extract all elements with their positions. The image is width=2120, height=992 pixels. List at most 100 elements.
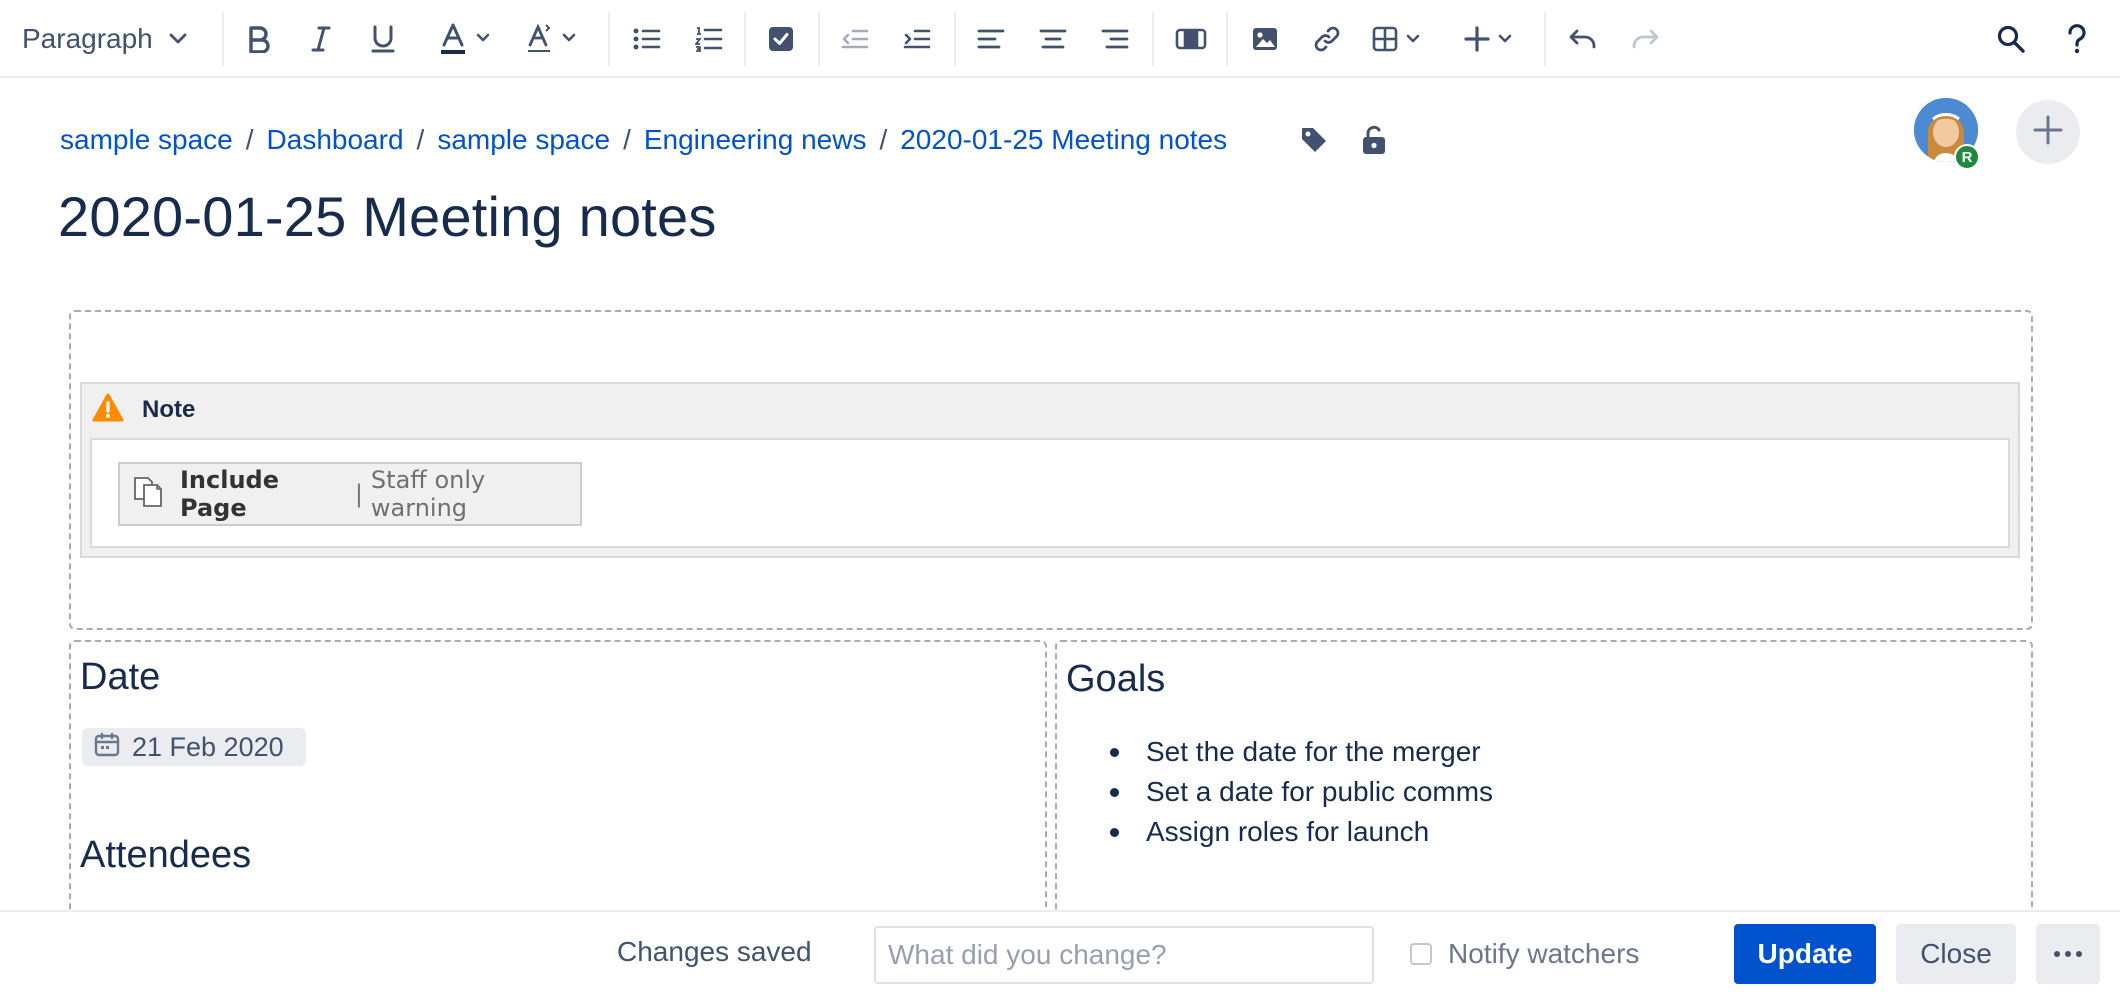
date-lozenge[interactable]: 21 Feb 2020 [82, 728, 306, 766]
clear-formatting-button[interactable] [520, 14, 592, 64]
outdent-icon [841, 27, 869, 51]
include-page-macro[interactable]: Include Page | Staff only warning [118, 462, 582, 526]
list-item[interactable]: Set the date for the merger [1106, 732, 1493, 772]
presence-badge: R [1954, 144, 1980, 170]
include-page-macro-name: Include Page [180, 466, 280, 522]
breadcrumb: sample space / Dashboard / sample space … [60, 120, 1227, 160]
version-comment-input[interactable] [874, 926, 1374, 984]
goals-heading[interactable]: Goals [1066, 658, 1165, 701]
toolbar-divider [608, 12, 610, 66]
list-item[interactable]: Set a date for public comms [1106, 772, 1493, 812]
toolbar-divider [222, 12, 224, 66]
breadcrumb-separator: / [879, 124, 888, 155]
align-left-icon [977, 27, 1005, 51]
collaborator-avatar[interactable]: R [1914, 98, 1982, 170]
numbered-list-icon [695, 26, 723, 52]
align-left-button[interactable] [970, 14, 1012, 64]
insert-link-button[interactable] [1306, 14, 1348, 64]
include-page-separator: | [354, 480, 363, 508]
toolbar-divider [1226, 12, 1228, 66]
attendees-heading[interactable]: Attendees [80, 834, 251, 877]
notify-watchers-label: Notify watchers [1448, 938, 1640, 969]
note-macro-header: Note [92, 392, 195, 428]
include-page-parameter: Staff only warning [370, 466, 486, 522]
undo-icon [1568, 27, 1598, 51]
insert-table-button[interactable] [1366, 14, 1438, 64]
date-value: 21 Feb 2020 [132, 731, 284, 762]
more-icon [2053, 945, 2083, 963]
page-layout-button[interactable] [1170, 14, 1212, 64]
toolbar-divider [744, 12, 746, 66]
align-center-button[interactable] [1032, 14, 1074, 64]
text-color-button[interactable] [434, 14, 506, 64]
list-item[interactable]: Assign roles for launch [1106, 812, 1493, 852]
page-copy-icon [132, 475, 166, 513]
save-status: Changes saved [617, 936, 812, 967]
insert-more-button[interactable] [1458, 14, 1530, 64]
restrictions-button[interactable] [1356, 124, 1392, 160]
breadcrumb-item-space-home[interactable]: sample space [437, 124, 610, 156]
breadcrumb-item-current-page[interactable]: 2020-01-25 Meeting notes [900, 124, 1227, 156]
breadcrumb-item-dashboard[interactable]: Dashboard [267, 124, 404, 156]
note-macro-title: Note [142, 396, 196, 423]
breadcrumb-item-engineering-news[interactable]: Engineering news [644, 124, 867, 156]
editor-footer: Changes saved Notify watchers Update Clo… [0, 910, 2120, 992]
breadcrumb-separator: / [623, 124, 631, 155]
underline-button[interactable] [362, 14, 404, 64]
align-center-icon [1039, 27, 1067, 51]
redo-icon [1630, 27, 1660, 51]
indent-button[interactable] [896, 14, 938, 64]
update-button[interactable]: Update [1734, 924, 1876, 984]
underline-icon [370, 24, 396, 54]
search-button[interactable] [1990, 14, 2032, 64]
plus-icon [2032, 114, 2064, 151]
insert-more-icon [1464, 25, 1524, 53]
align-right-button[interactable] [1094, 14, 1136, 64]
close-button[interactable]: Close [1896, 924, 2016, 984]
breadcrumb-separator: / [245, 124, 254, 155]
labels-button[interactable] [1296, 124, 1332, 160]
italic-button[interactable] [300, 14, 342, 64]
invite-collaborator-button[interactable] [2016, 100, 2080, 164]
goals-list[interactable]: Set the date for the merger Set a date f… [1106, 732, 1493, 852]
toolbar-divider [954, 12, 956, 66]
bullet-list-button[interactable] [626, 14, 668, 64]
help-icon [2066, 24, 2088, 54]
warning-icon [92, 393, 124, 428]
editor-toolbar: Paragraph [0, 0, 2120, 78]
numbered-list-button[interactable] [688, 14, 730, 64]
link-icon [1312, 24, 1342, 54]
toolbar-divider [818, 12, 820, 66]
tag-icon [1299, 125, 1329, 160]
help-button[interactable] [2056, 14, 2098, 64]
paragraph-style-dropdown[interactable]: Paragraph [8, 14, 208, 64]
text-color-icon [440, 23, 500, 55]
date-heading[interactable]: Date [80, 656, 160, 699]
task-list-button[interactable] [760, 14, 802, 64]
image-icon [1251, 26, 1279, 52]
chevron-down-icon [169, 33, 187, 45]
paragraph-style-label: Paragraph [22, 23, 153, 54]
unlock-icon [1360, 124, 1388, 161]
search-icon [1996, 24, 2026, 54]
bullet-list-icon [633, 27, 661, 51]
bold-icon [246, 25, 272, 53]
notify-watchers-checkbox[interactable] [1410, 943, 1432, 965]
note-macro[interactable]: Note Include Page | Staff only warning [80, 382, 2020, 558]
calendar-icon [94, 732, 120, 763]
more-actions-button[interactable] [2036, 924, 2100, 984]
breadcrumb-item-space[interactable]: sample space [60, 124, 233, 156]
insert-image-button[interactable] [1244, 14, 1286, 64]
outdent-button[interactable] [834, 14, 876, 64]
toolbar-divider [1152, 12, 1154, 66]
undo-button[interactable] [1562, 14, 1604, 64]
notify-watchers-toggle[interactable]: Notify watchers [1410, 934, 1639, 974]
toolbar-divider [1544, 12, 1546, 66]
table-icon [1372, 25, 1432, 53]
italic-icon [309, 25, 333, 53]
note-macro-body[interactable]: Include Page | Staff only warning [90, 438, 2010, 548]
redo-button[interactable] [1624, 14, 1666, 64]
bold-button[interactable] [238, 14, 280, 64]
page-title[interactable]: 2020-01-25 Meeting notes [58, 184, 717, 249]
indent-icon [903, 27, 931, 51]
